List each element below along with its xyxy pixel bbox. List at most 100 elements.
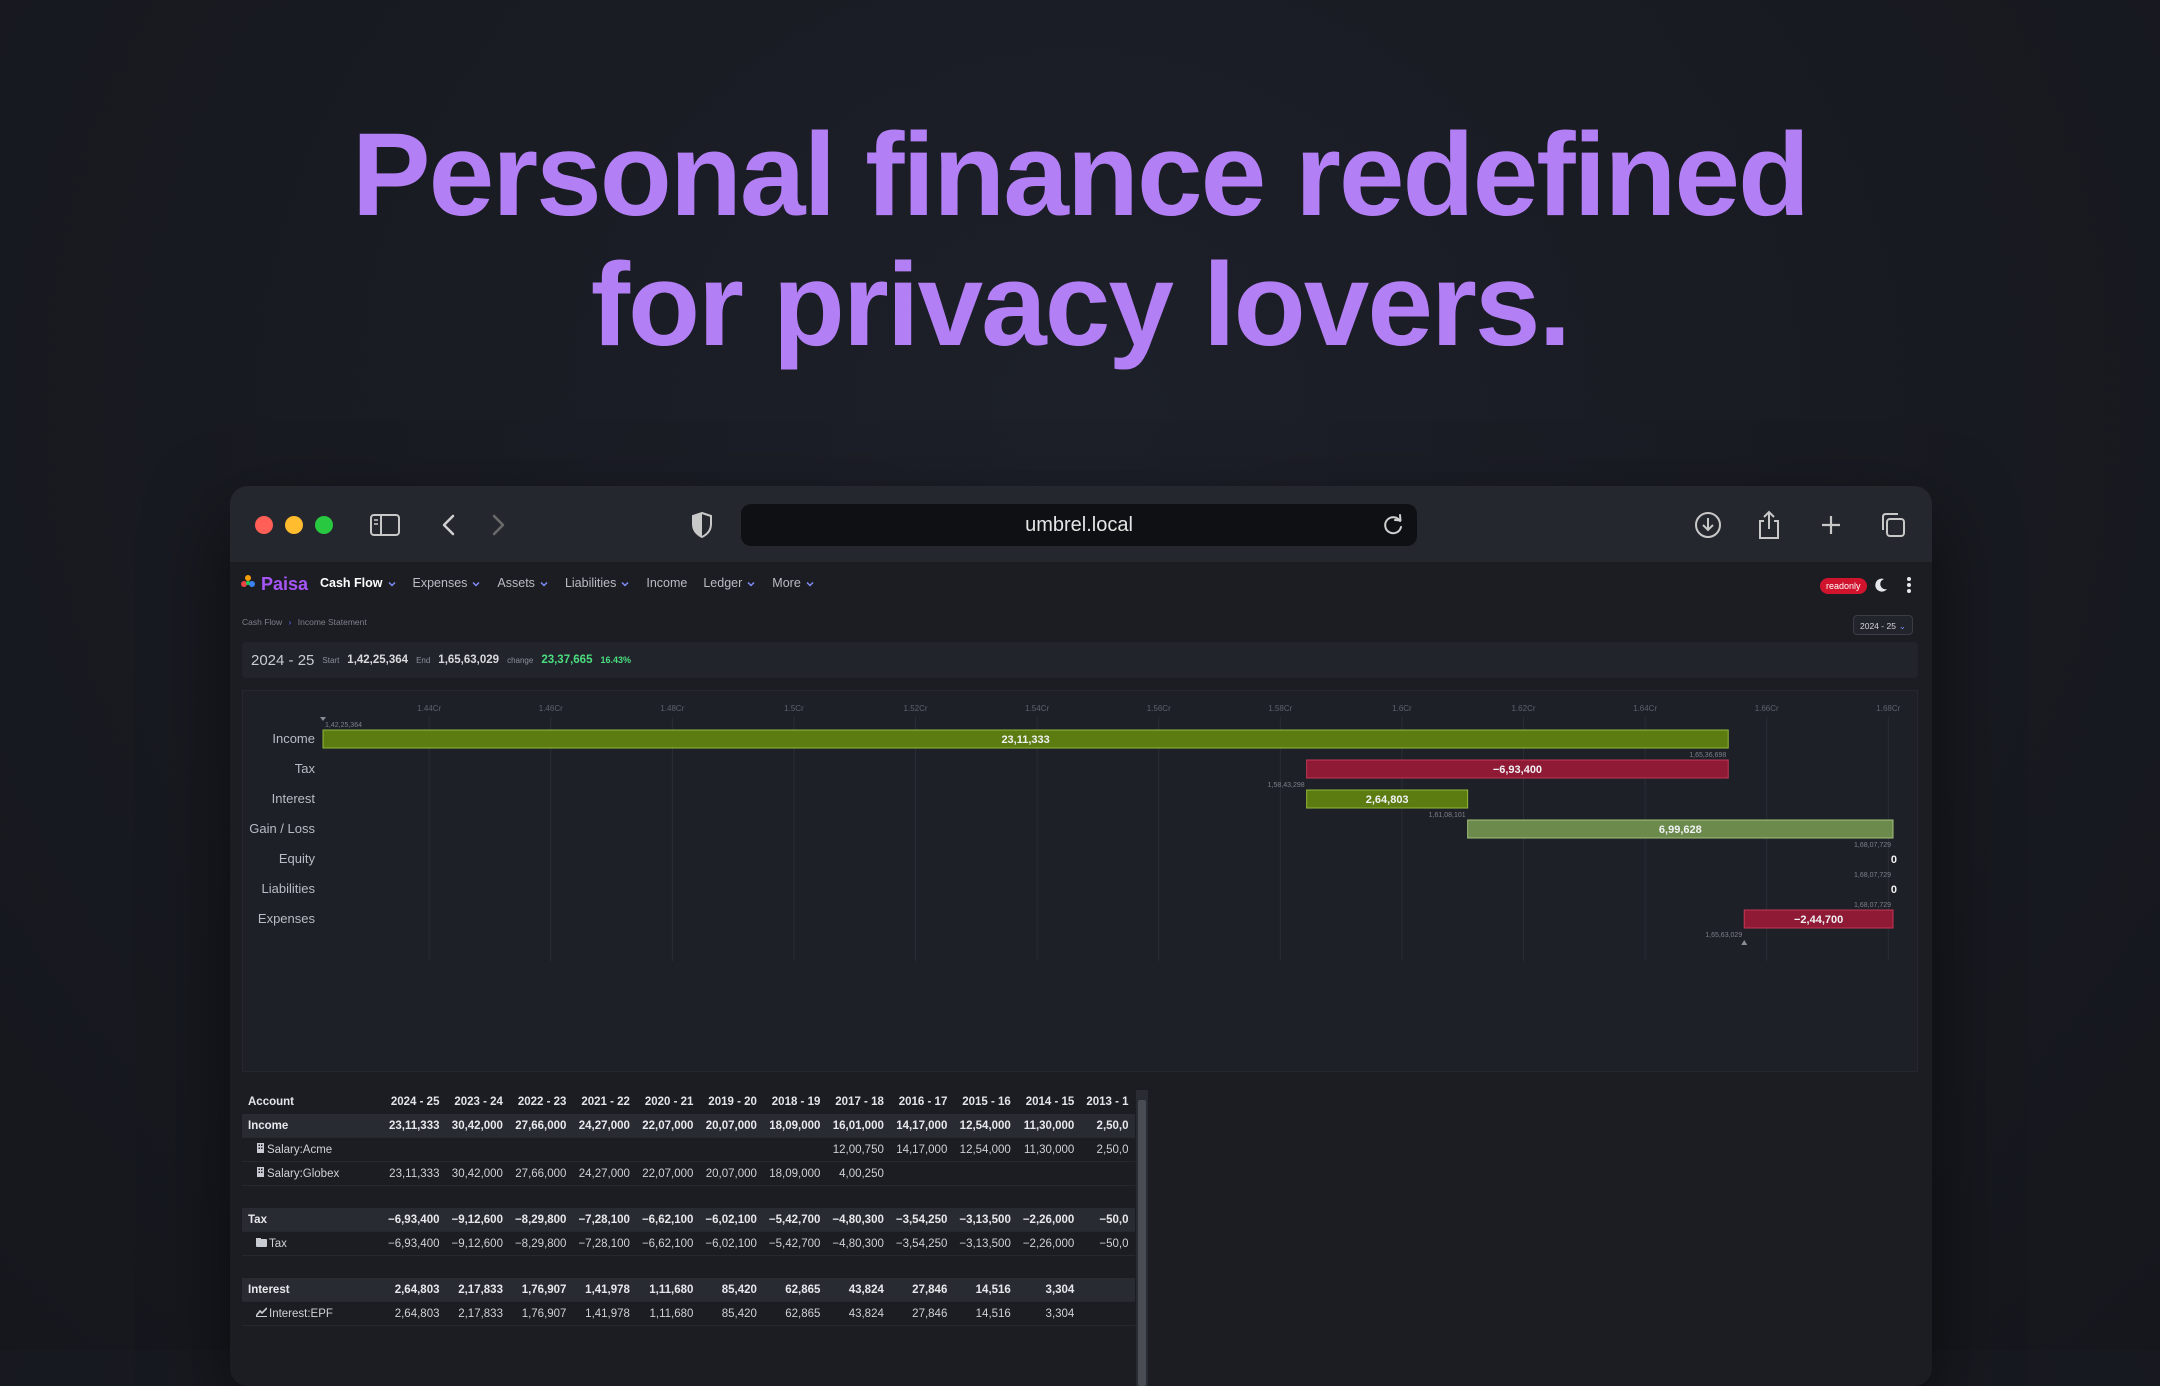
more-options-icon[interactable] — [1906, 576, 1912, 594]
category-label: Liabilities — [262, 881, 316, 896]
nav-item-assets[interactable]: Assets — [497, 576, 549, 590]
nav-item-cash-flow[interactable]: Cash Flow — [320, 576, 397, 590]
amount-cell: 11,30,000 — [1016, 1114, 1081, 1138]
column-header-year[interactable]: 2024 - 25 — [382, 1090, 445, 1114]
account-name[interactable]: Salary:Acme — [267, 1144, 332, 1156]
end-marker-icon — [1741, 940, 1748, 945]
amount-cell: −5,42,700 — [762, 1231, 827, 1256]
nav-item-more[interactable]: More — [772, 576, 814, 590]
column-header-year[interactable]: 2013 - 1 — [1080, 1090, 1134, 1114]
table-group-row: Income 23,11,333 30,42,000 27,66,000 24,27,0… — [242, 1114, 1135, 1138]
nav-item-expenses[interactable]: Expenses — [413, 576, 482, 590]
amount-cell: 2,17,833 — [445, 1278, 509, 1302]
table-scrollbar[interactable] — [1136, 1090, 1148, 1386]
column-header-year[interactable]: 2017 - 18 — [826, 1090, 889, 1114]
column-header-year[interactable]: 2019 - 20 — [699, 1090, 762, 1114]
bar-value-label: −6,93,400 — [1493, 764, 1542, 776]
amount-cell: −3,13,500 — [953, 1208, 1017, 1232]
share-icon[interactable] — [1754, 510, 1784, 540]
address-bar[interactable]: umbrel.local — [741, 504, 1417, 546]
amount-cell: −9,12,600 — [445, 1231, 509, 1256]
table-group-row: Interest 2,64,803 2,17,833 1,76,907 1,41,978… — [242, 1278, 1135, 1302]
shield-icon[interactable] — [687, 510, 717, 540]
account-name[interactable]: Tax — [269, 1238, 287, 1250]
amount-cell: −8,29,800 — [508, 1231, 573, 1256]
category-label: Equity — [279, 851, 316, 866]
account-name[interactable]: Salary:Globex — [267, 1168, 339, 1180]
minimize-window-button[interactable] — [285, 516, 303, 534]
amount-cell — [1080, 1161, 1135, 1186]
breadcrumb-root[interactable]: Cash Flow — [242, 617, 282, 627]
back-icon[interactable] — [434, 510, 464, 540]
zoom-window-button[interactable] — [315, 516, 333, 534]
start-marker-icon — [320, 717, 326, 721]
column-header-year[interactable]: 2014 - 15 — [1017, 1090, 1080, 1114]
account-name[interactable]: Interest:EPF — [269, 1308, 333, 1320]
amount-cell: 1,76,907 — [508, 1278, 573, 1302]
amount-cell: 43,824 — [826, 1278, 890, 1302]
account-name: Interest — [248, 1283, 290, 1296]
x-tick-label: 1.5Cr — [784, 704, 804, 713]
tab-overview-icon[interactable] — [1878, 510, 1908, 540]
amount-cell: 27,66,000 — [508, 1114, 573, 1138]
column-header-year[interactable]: 2018 - 19 — [763, 1090, 826, 1114]
amount-cell: 27,846 — [889, 1278, 954, 1302]
column-header-year[interactable]: 2023 - 24 — [445, 1090, 508, 1114]
change-percent: 16.43% — [600, 655, 632, 665]
bar-value-label: 6,99,628 — [1659, 824, 1702, 836]
amount-cell: −6,62,100 — [635, 1208, 700, 1232]
account-cell: Tax — [242, 1231, 382, 1256]
nav-item-label: Income — [646, 576, 688, 590]
moon-icon[interactable] — [1873, 577, 1889, 593]
amount-cell: 1,41,978 — [572, 1278, 636, 1302]
sidebar-toggle-icon[interactable] — [370, 510, 400, 540]
column-header-account[interactable]: Account — [242, 1090, 382, 1114]
x-tick-label: 1.66Cr — [1755, 704, 1779, 713]
bar-end-label: 1,68,07,729 — [1854, 872, 1891, 879]
column-header-year[interactable]: 2022 - 23 — [509, 1090, 572, 1114]
amount-cell: 2,50,0 — [1080, 1114, 1135, 1138]
scrollbar-thumb[interactable] — [1138, 1100, 1146, 1386]
year-select[interactable]: 2024 - 25 ⌄ — [1853, 615, 1913, 635]
download-icon[interactable] — [1693, 510, 1723, 540]
hero-line-1: Personal finance redefined — [351, 109, 1810, 241]
x-tick-label: 1.48Cr — [660, 704, 684, 713]
amount-cell: 18,09,000 — [762, 1114, 827, 1138]
nav-item-label: Assets — [497, 576, 535, 590]
amount-cell: −6,02,100 — [699, 1208, 763, 1232]
top-nav: Paisa Cash Flow Expenses Assets Liabilities… — [230, 562, 1932, 608]
bar-value-label: 2,64,803 — [1366, 794, 1409, 806]
nav-item-liabilities[interactable]: Liabilities — [565, 576, 630, 590]
amount-cell: 14,17,000 — [889, 1114, 954, 1138]
reload-icon[interactable] — [1379, 510, 1409, 540]
amount-cell: 22,07,000 — [635, 1161, 700, 1186]
table-spacer-row — [242, 1256, 1135, 1279]
hero-heading: Personal finance redefined for privacy l… — [0, 110, 2160, 370]
amount-cell: −7,28,100 — [572, 1231, 636, 1256]
new-tab-icon[interactable] — [1816, 510, 1846, 540]
bank-icon — [248, 1167, 265, 1180]
column-header-year[interactable]: 2020 - 21 — [636, 1090, 699, 1114]
bar-start-label: 1,65,63,029 — [1705, 932, 1742, 939]
change-value: 23,37,665 — [541, 654, 593, 666]
column-header-year[interactable]: 2021 - 22 — [572, 1090, 635, 1114]
close-window-button[interactable] — [255, 516, 273, 534]
income-statement-table-wrapper: Account 2024 - 25 2023 - 24 2022 - 23 2021 -… — [242, 1090, 1148, 1386]
account-name: Tax — [248, 1213, 267, 1226]
table-row: Salary:Acme 12,00,750 14,17,000 12,54,000 11… — [242, 1137, 1135, 1162]
account-cell: Tax — [242, 1208, 382, 1232]
column-header-year[interactable]: 2016 - 17 — [890, 1090, 953, 1114]
amount-cell — [1080, 1278, 1135, 1302]
amount-cell: 43,824 — [826, 1301, 890, 1326]
summary-bar: 2024 - 25 Start 1,42,25,364 End 1,65,63,… — [242, 642, 1918, 678]
nav-item-income[interactable]: Income — [646, 576, 687, 590]
column-header-year[interactable]: 2015 - 16 — [953, 1090, 1016, 1114]
browser-toolbar: umbrel.local — [230, 486, 1932, 562]
browser-window: umbrel.local Paisa Cash Flow Expenses As… — [230, 486, 1932, 1386]
nav-item-ledger[interactable]: Ledger — [703, 576, 756, 590]
chevron-down-icon — [620, 578, 630, 588]
brand[interactable]: Paisa — [240, 574, 308, 595]
forward-icon[interactable] — [483, 510, 513, 540]
amount-cell: 2,64,803 — [382, 1301, 446, 1326]
amount-cell: 14,17,000 — [889, 1137, 954, 1162]
